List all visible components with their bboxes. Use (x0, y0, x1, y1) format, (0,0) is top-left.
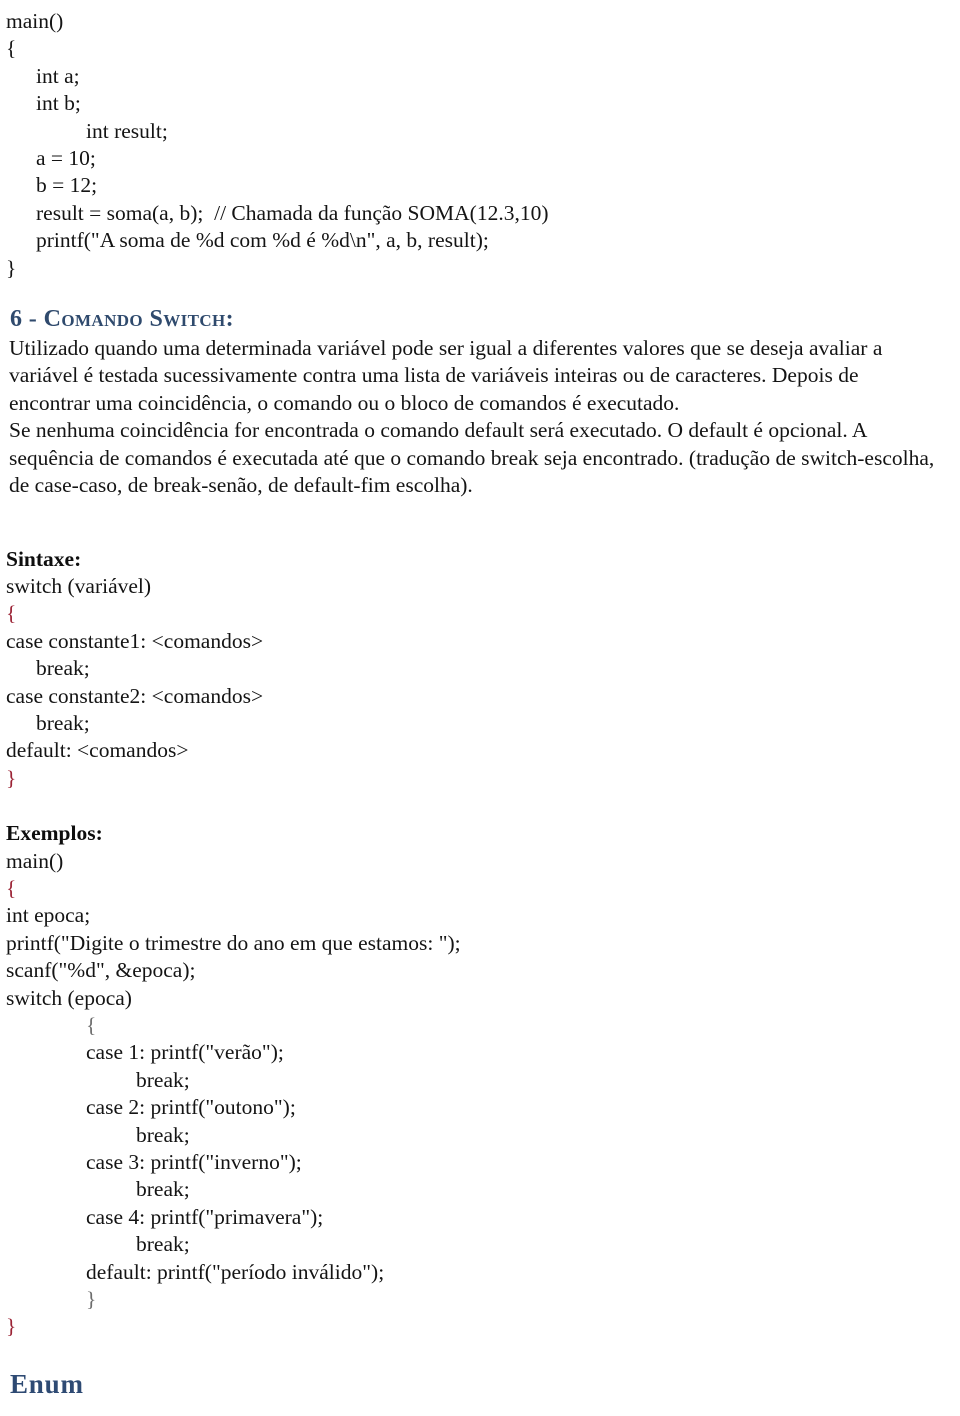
section-heading-comando-switch: 6 - Comando Switch: (10, 306, 235, 333)
code-line: switch (variável) (6, 573, 152, 598)
code-line: case 3: printf("inverno"); (86, 1150, 302, 1175)
code-line: } (6, 1314, 17, 1339)
examples-label: Exemplos: (6, 821, 103, 846)
code-line: break; (136, 1177, 190, 1202)
code-line: default: printf("período inválido"); (86, 1259, 385, 1284)
page-content: main(){int a; int b; int result; a = 10; b =… (0, 0, 960, 1400)
code-line: b = 12; (36, 173, 98, 198)
syntax-code-block: switch (variável) {case constante1: <coma… (6, 573, 942, 792)
code-line: switch (epoca) (6, 985, 132, 1010)
code-line: case 1: printf("verão"); (86, 1040, 284, 1065)
code-line: case 2: printf("outono"); (86, 1095, 296, 1120)
code-line: int epoca; (6, 903, 91, 928)
code-line: { (6, 36, 17, 61)
code-line: case constante2: <comandos> (6, 683, 264, 708)
code-line: scanf("%d", &epoca); (6, 958, 196, 983)
switch-description: Utilizado quando uma determinada variáve… (9, 335, 942, 499)
code-line: { (86, 1013, 97, 1037)
code-line: break; (136, 1067, 190, 1092)
code-line: printf("Digite o trimestre do ano em que… (6, 930, 461, 955)
code-line: } (86, 1287, 97, 1312)
document-page: main(){int a; int b; int result; a = 10; b =… (0, 0, 960, 1416)
code-line: main() (6, 9, 64, 33)
code-line: printf("A soma de %d com %d é %d\n", a, … (36, 228, 489, 253)
code-line: int result; (86, 118, 168, 143)
code-line: } (6, 765, 17, 790)
switch-paragraph-1: Utilizado quando uma determinada variáve… (9, 336, 883, 415)
switch-paragraph-2: Se nenhuma coincidência for encontrada o… (9, 418, 935, 498)
code-line: break; (36, 656, 90, 681)
code-line: } (6, 255, 17, 280)
code-line: a = 10; (36, 146, 96, 171)
code-line: default: <comandos> (6, 738, 189, 763)
code-line: break; (36, 710, 90, 735)
code-line: case 4: printf("primavera"); (86, 1204, 324, 1229)
code-line: { (6, 875, 17, 900)
code-line: case constante1: <comandos> (6, 628, 264, 653)
code-line: break; (136, 1122, 190, 1147)
syntax-label: Sintaxe: (6, 546, 82, 571)
code-line: { (6, 601, 17, 626)
code-line: int b; (36, 91, 81, 116)
code-line: result = soma(a, b); // Chamada da funçã… (36, 200, 549, 225)
code-line: int a; (36, 63, 80, 88)
code-line: main() (6, 848, 64, 873)
heading-enum: Enum (10, 1368, 84, 1399)
examples-code-block: main(){int epoca; printf("Digite o trimes… (6, 848, 942, 1341)
code-line: break; (136, 1232, 190, 1257)
top-code-example: main() { int a; int b; int result; a = 10; b =… (6, 8, 942, 282)
